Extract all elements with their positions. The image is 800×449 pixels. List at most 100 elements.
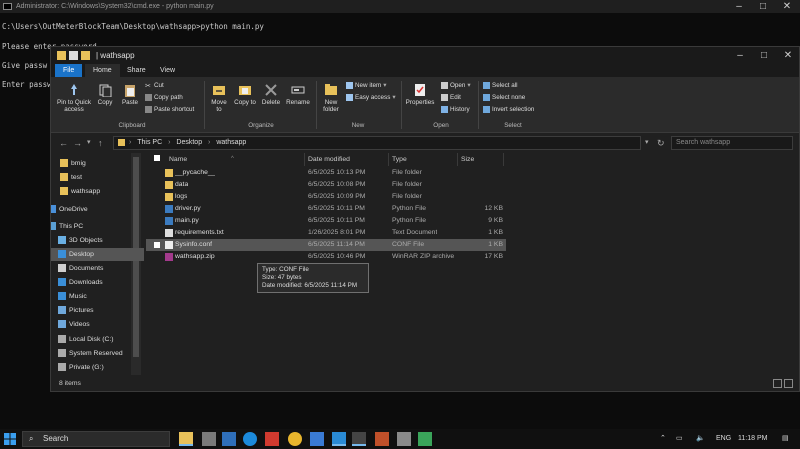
select-all-button[interactable]: Select all (483, 82, 518, 89)
delete-button[interactable]: Delete (260, 83, 282, 106)
tab-file[interactable]: File (55, 64, 83, 77)
file-row[interactable]: driver.py 6/5/2025 10:11 PM Python File 12 … (146, 203, 506, 215)
sidebar-item[interactable]: Private (G:) (51, 361, 144, 374)
maximize-button[interactable]: □ (753, 49, 775, 62)
close-button[interactable]: ✕ (776, 0, 798, 13)
tray-overflow-icon[interactable]: ⌃ (660, 429, 666, 449)
file-row[interactable]: __pycache__ 6/5/2025 10:13 PM File folder (146, 167, 506, 179)
edit-button[interactable]: Edit (441, 94, 461, 101)
new-folder-icon[interactable] (81, 51, 90, 60)
address-bar[interactable]: › This PC › Desktop › wathsapp (113, 136, 641, 150)
open-button[interactable]: Open ▾ (441, 82, 471, 89)
taskbar-search[interactable]: ⌕ Search (22, 431, 170, 447)
file-explorer-taskbar-icon[interactable] (179, 432, 193, 446)
terminal-icon[interactable] (352, 432, 366, 446)
tab-view[interactable]: View (152, 64, 183, 77)
copy-button[interactable]: Copy (95, 83, 115, 106)
close-button[interactable]: ✕ (777, 49, 799, 62)
sidebar-item[interactable]: Pictures (51, 304, 144, 317)
file-row[interactable]: requirements.txt 1/26/2025 8:01 PM Text Do… (146, 227, 506, 239)
forward-button[interactable]: → (73, 137, 82, 149)
paste-shortcut-button[interactable]: Paste shortcut (145, 106, 194, 113)
sidebar-item[interactable]: bmig (51, 157, 144, 170)
rename-button[interactable]: Rename (285, 83, 311, 106)
new-item-button[interactable]: New item ▾ (346, 82, 386, 89)
network-icon[interactable]: ▭ (676, 429, 683, 449)
sidebar-item[interactable]: Desktop (51, 248, 144, 261)
sidebar-item[interactable]: Videos (51, 318, 144, 331)
sidebar-item[interactable]: Documents (51, 262, 144, 275)
taskbar-app-icon[interactable] (222, 432, 236, 446)
minimize-button[interactable]: – (729, 49, 751, 62)
column-divider[interactable] (304, 153, 305, 166)
invert-selection-button[interactable]: Invert selection (483, 106, 534, 113)
chevron-down-icon[interactable]: ▾ (645, 137, 649, 149)
sidebar-item[interactable]: wathsapp (51, 185, 144, 198)
refresh-button[interactable]: ↻ (657, 137, 665, 149)
sidebar-item[interactable]: test (51, 171, 144, 184)
easy-access-button[interactable]: Easy access ▾ (346, 94, 396, 101)
chrome-icon[interactable] (288, 432, 302, 446)
vscode-icon[interactable] (332, 432, 346, 446)
new-folder-button[interactable]: New folder (319, 83, 343, 113)
up-button[interactable]: ↑ (98, 137, 103, 149)
file-row[interactable]: data 6/5/2025 10:08 PM File folder (146, 179, 506, 191)
file-row[interactable]: logs 6/5/2025 10:09 PM File folder (146, 191, 506, 203)
windows-start-icon[interactable] (4, 433, 16, 445)
file-row[interactable]: Sysinfo.conf 6/5/2025 11:14 PM CONF File 1 … (146, 239, 506, 251)
sidebar-item[interactable]: Downloads (51, 276, 144, 289)
minimize-button[interactable]: – (728, 0, 750, 13)
pin-quick-access-button[interactable]: Pin to Quick access (55, 83, 93, 113)
taskbar-app-icon[interactable] (418, 432, 432, 446)
breadcrumb-this-pc[interactable]: This PC (137, 139, 162, 146)
large-icons-view-button[interactable] (784, 379, 793, 388)
col-checkbox[interactable] (146, 153, 160, 166)
clock[interactable]: 11:18 PM (738, 429, 767, 449)
column-header-size[interactable]: Size (461, 153, 474, 166)
breadcrumb-wathsapp[interactable]: wathsapp (216, 139, 246, 146)
notifications-icon[interactable]: ▤ (782, 429, 789, 449)
history-button[interactable]: History (441, 106, 470, 113)
sidebar-item[interactable]: Music (51, 290, 144, 303)
sidebar-item[interactable]: Local Disk (C:) (51, 333, 144, 346)
taskbar-app-icon[interactable] (310, 432, 324, 446)
sidebar-item-label: Documents (69, 265, 104, 272)
select-none-button[interactable]: Select none (483, 94, 525, 101)
recent-locations-button[interactable]: ▾ (87, 137, 91, 149)
tab-home[interactable]: Home (85, 64, 120, 77)
sidebar-item[interactable]: System Reserved (51, 347, 144, 360)
back-button[interactable]: ← (59, 137, 68, 149)
taskbar-app-icon[interactable] (397, 432, 411, 446)
column-divider[interactable] (457, 153, 458, 166)
column-header-type[interactable]: Type (392, 153, 407, 166)
column-divider[interactable] (388, 153, 389, 166)
taskbar-app-icon[interactable] (375, 432, 389, 446)
copy-to-button[interactable]: Copy to (234, 83, 256, 106)
cut-button[interactable]: ✂ Cut (145, 82, 164, 90)
column-header-date[interactable]: Date modified (308, 153, 350, 166)
details-view-button[interactable] (773, 379, 782, 388)
search-input[interactable]: Search wathsapp (671, 136, 793, 150)
file-row[interactable]: wathsapp.zip 6/5/2025 10:46 PM WinRAR ZIP … (146, 251, 506, 263)
column-divider[interactable] (503, 153, 504, 166)
properties-button[interactable]: Properties (403, 83, 437, 106)
download-icon (58, 278, 66, 286)
breadcrumb-desktop[interactable]: Desktop (176, 139, 202, 146)
sidebar-item[interactable]: 3D Objects (51, 234, 144, 247)
taskbar-app-icon[interactable] (243, 432, 257, 446)
maximize-button[interactable]: □ (752, 0, 774, 13)
file-row[interactable]: main.py 6/5/2025 10:11 PM Python File 9 KB (146, 215, 506, 227)
tab-share[interactable]: Share (119, 64, 154, 77)
properties-icon[interactable] (69, 51, 78, 60)
paste-button[interactable]: Paste (119, 83, 141, 106)
column-header-name[interactable]: Name (169, 153, 187, 166)
taskbar-app-icon[interactable] (265, 432, 279, 446)
move-to-button[interactable]: Move to (208, 83, 230, 113)
row-checkbox[interactable] (154, 242, 160, 248)
sidebar-item[interactable]: This PC (51, 220, 144, 233)
copy-path-button[interactable]: Copy path (145, 94, 183, 101)
taskbar-app-icon[interactable] (202, 432, 216, 446)
volume-icon[interactable]: 🔈 (696, 429, 705, 449)
sidebar-item[interactable]: OneDrive (51, 203, 144, 216)
language-indicator[interactable]: ENG (716, 429, 731, 449)
